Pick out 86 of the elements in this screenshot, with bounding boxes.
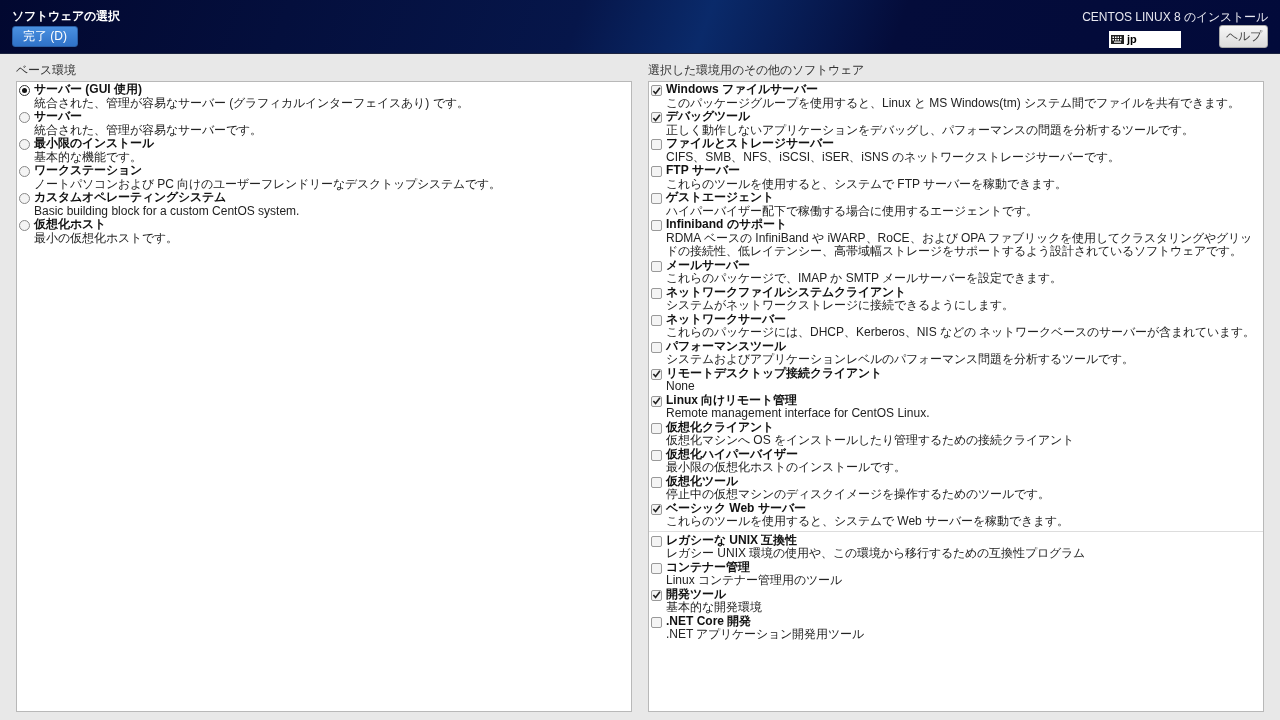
keyboard-icon	[1111, 34, 1124, 44]
option-name: デバッグツール	[666, 110, 751, 124]
radio-button[interactable]	[19, 112, 30, 123]
checkbox[interactable]	[651, 287, 662, 299]
checkbox[interactable]	[651, 166, 662, 177]
option-description: これらのパッケージには、DHCP、Kerberos、NIS などの ネットワークベースのサーバーが含まれています。	[666, 326, 1256, 340]
option-description: 基本的な機能です。	[34, 150, 143, 164]
option-description: レガシー UNIX 環境の使用や、この環境から移行するための互換性プログラム	[666, 547, 1086, 561]
option-name: パフォーマンスツール	[666, 339, 787, 353]
option-description: 停止中の仮想マシンのディスクイメージを操作するためのツールです。	[666, 488, 1050, 502]
help-button[interactable]: ヘルプ	[1219, 25, 1268, 48]
option-description: これらのパッケージで、IMAP か SMTP メールサーバーを設定できます。	[666, 272, 1063, 286]
checkbox[interactable]	[651, 193, 662, 204]
option-name: ネットワークサーバー	[666, 312, 787, 326]
option-name: 最小限のインストール	[34, 137, 154, 151]
option-name: .NET Core 開発	[666, 614, 753, 628]
checkbox[interactable]	[651, 589, 662, 601]
option-name: Linux 向けリモート管理	[666, 393, 799, 407]
option-name: 開発ツール	[666, 587, 727, 601]
option-name: ファイルとストレージサーバー	[666, 137, 835, 151]
checkbox[interactable]	[651, 449, 662, 461]
checkbox[interactable]	[651, 562, 662, 574]
checkbox[interactable]	[651, 85, 662, 96]
option-name: ゲストエージェント	[666, 191, 775, 205]
option-name: FTP サーバー	[666, 164, 741, 178]
checkbox[interactable]	[651, 368, 662, 380]
installer-title: CENTOS LINUX 8 のインストール	[1082, 10, 1268, 24]
option-description: None	[666, 380, 696, 394]
checkbox[interactable]	[651, 220, 662, 231]
radio-button[interactable]	[19, 166, 30, 177]
option-description: RDMA ベースの InfiniBand や iWARP、RoCE、および OPA ファブリックを使用してクラスタリングやグリッドの接続性、低レイテンシー、高帯域幅ストレージをサポートするよう設計されているソフトウェアです。	[666, 231, 1254, 259]
page-title: ソフトウェアの選択	[12, 9, 120, 23]
checkbox[interactable]	[651, 503, 662, 515]
section-heading: ベース環境	[16, 63, 77, 77]
option-name: Windows ファイルサーバー	[666, 83, 819, 97]
option-name: 仮想化ツール	[666, 474, 739, 488]
checkbox[interactable]	[651, 616, 662, 628]
checkbox[interactable]	[651, 139, 662, 150]
option-name: ベーシック Web サーバー	[666, 501, 807, 515]
checkbox[interactable]	[651, 422, 662, 434]
option-name: 仮想化クライアント	[666, 420, 774, 434]
checkbox[interactable]	[651, 535, 662, 547]
section-heading: 選択した環境用のその他のソフトウェア	[648, 63, 865, 77]
option-description: Linux コンテナー管理用のツール	[666, 574, 843, 588]
radio-button[interactable]	[19, 193, 30, 204]
option-description: CIFS、SMB、NFS、iSCSI、iSER、iSNS のネットワークストレージサーバーです。	[666, 150, 1121, 164]
option-description: 最小の仮想化ホストです。	[34, 231, 178, 245]
option-name: ネットワークファイルシステムクライアント	[666, 285, 907, 299]
option-description: ノートパソコンおよび PC 向けのユーザーフレンドリーなデスクトップシステムです。	[34, 177, 502, 191]
option-name: 仮想化ホスト	[34, 218, 106, 232]
option-name: サーバー	[34, 110, 83, 124]
option-description: 統合された、管理が容易なサーバーです。	[34, 123, 262, 137]
option-description: 仮想化マシンへ OS をインストールしたり管理するための接続クライアント	[666, 434, 1074, 447]
option-description: Remote management interface for CentOS Linux.	[666, 407, 930, 420]
option-name: 仮想化ハイパーバイザー	[666, 447, 799, 461]
checkbox[interactable]	[651, 341, 662, 353]
option-description: 統合された、管理が容易なサーバー (グラフィカルインターフェイスあり) です。	[34, 96, 469, 110]
option-description: .NET アプリケーション開発用ツール	[666, 628, 865, 642]
keyboard-layout-field[interactable]: jp	[1109, 30, 1181, 48]
option-description: 正しく動作しないアプリケーションをデバッグし、パフォーマンスの問題を分析するツールです。	[666, 123, 1194, 137]
checkbox[interactable]	[651, 260, 662, 272]
option-description: システムがネットワークストレージに接続できるようにします。	[666, 299, 1014, 313]
option-name: コンテナー管理	[666, 560, 751, 574]
option-name: リモートデスクトップ接続クライアント	[666, 366, 882, 380]
option-name: Infiniband のサポート	[666, 218, 788, 232]
radio-button[interactable]	[19, 85, 30, 96]
option-name: サーバー (GUI 使用)	[34, 83, 143, 97]
option-description: Basic building block for a custom CentOS system.	[34, 204, 300, 218]
option-name: メールサーバー	[666, 258, 751, 272]
checkbox[interactable]	[651, 476, 662, 488]
option-description: このパッケージグループを使用すると、Linux と MS Windows(tm) システム間でファイルを共有できます。	[666, 96, 1241, 110]
option-name: カスタムオペレーティングシステム	[34, 191, 227, 205]
option-name: ワークステーション	[34, 164, 143, 178]
option-description: これらのツールを使用すると、システムで FTP サーバーを稼動できます。	[666, 177, 1068, 191]
radio-button[interactable]	[19, 139, 30, 150]
checkbox[interactable]	[651, 395, 662, 407]
option-name: レガシーな UNIX 互換性	[666, 533, 799, 547]
option-description: これらのツールを使用すると、システムで Web サーバーを稼動できます。	[666, 515, 1070, 529]
checkbox[interactable]	[651, 112, 662, 123]
radio-button[interactable]	[19, 220, 30, 231]
option-description: 最小限の仮想化ホストのインストールです。	[666, 461, 906, 474]
done-button[interactable]: 完了 (D)	[12, 26, 78, 47]
option-description: 基本的な開発環境	[666, 601, 762, 615]
checkbox[interactable]	[651, 314, 662, 326]
option-description: システムおよびアプリケーションレベルのパフォーマンス問題を分析するツールです。	[666, 353, 1134, 366]
option-description: ハイパーバイザー配下で稼働する場合に使用するエージェントです。	[666, 204, 1038, 218]
